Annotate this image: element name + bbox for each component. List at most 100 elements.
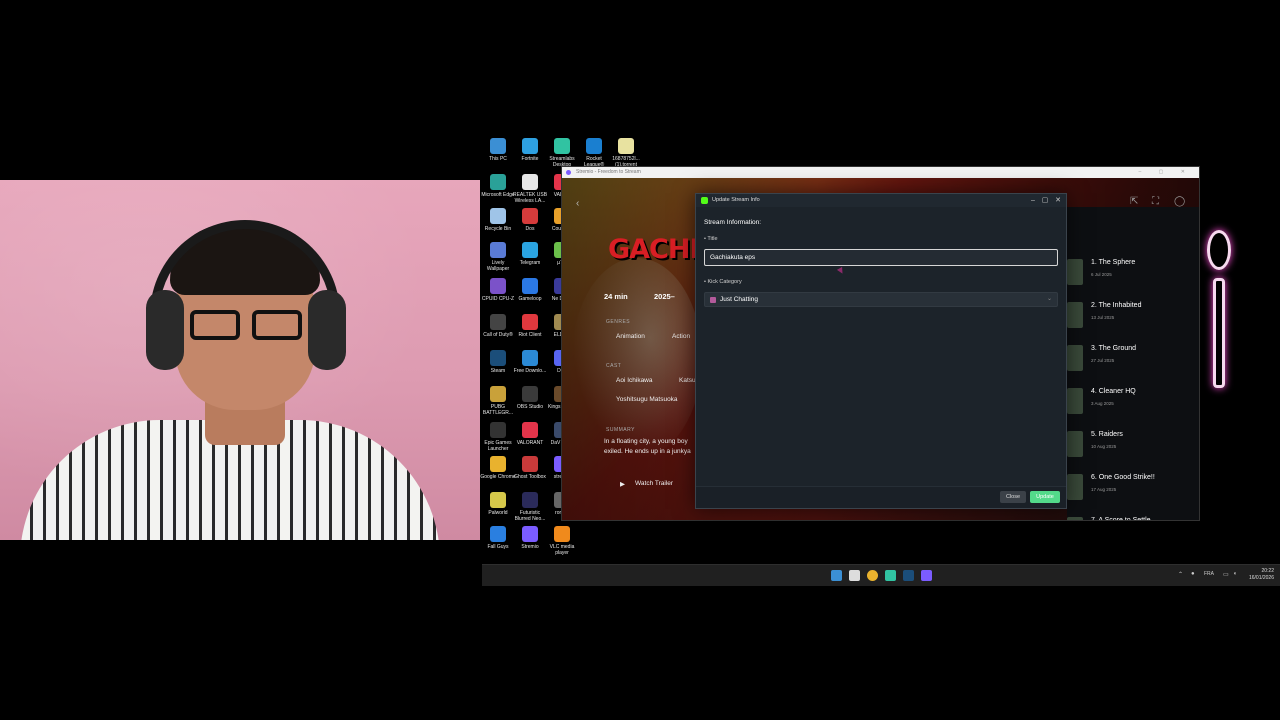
dialog-titlebar[interactable]: Update Stream Info – ▢ ✕	[696, 194, 1066, 207]
steam-taskbar-icon[interactable]	[903, 570, 914, 581]
desktop-icon[interactable]: Ghost Toolbox	[512, 456, 548, 480]
episode-item[interactable]: 3. The Ground 27 Jul 2025	[1067, 341, 1199, 381]
year: 2025–	[654, 292, 675, 301]
desktop-app-icon	[490, 492, 506, 508]
desktop-icon-label: Dos	[525, 226, 535, 232]
episode-thumbnail	[1067, 388, 1083, 414]
maximize-icon[interactable]: ▢	[1040, 194, 1050, 207]
desktop-icon[interactable]: Fortnite	[512, 138, 548, 162]
desktop-icon-label: Microsoft Edge	[481, 192, 515, 198]
desktop-icon[interactable]: 16878752l... (1).torrent	[608, 138, 644, 168]
episode-item[interactable]: 2. The Inhabited 13 Jul 2025	[1067, 298, 1199, 338]
watch-trailer-button[interactable]: Watch Trailer	[635, 480, 673, 487]
desktop-icon[interactable]: Telegram	[512, 242, 548, 266]
minimize-icon[interactable]: –	[1028, 194, 1038, 207]
episode-item[interactable]: 7. A Score to Settle	[1067, 513, 1199, 521]
episode-title: 3. The Ground	[1091, 345, 1137, 352]
episode-item[interactable]: 5. Raiders 10 Aug 2025	[1067, 427, 1199, 467]
desktop-icon[interactable]: Free Downlo...	[512, 350, 548, 374]
episode-item[interactable]: 6. One Good Strike!! 17 Aug 2025	[1067, 470, 1199, 510]
window-controls[interactable]: – ▢ ✕	[1139, 167, 1193, 178]
fullscreen-icon[interactable]: ⛶	[1152, 196, 1159, 207]
desktop-icon[interactable]: Epic Games Launcher	[480, 422, 516, 452]
desktop-app-icon	[586, 138, 602, 154]
episode-thumbnail	[1067, 431, 1083, 457]
desktop-app-icon	[490, 278, 506, 294]
glasses	[190, 310, 305, 340]
desktop-app-icon	[522, 278, 538, 294]
tray-chevron-up-icon[interactable]: ⌃	[1178, 571, 1183, 578]
summary-text: In a floating city, a young boy	[604, 438, 688, 445]
desktop-icon[interactable]: This PC	[480, 138, 516, 162]
episode-date: 6 Jul 2025	[1091, 272, 1112, 277]
stremio-titlebar[interactable]: Stremio - Freedom to Stream – ▢ ✕	[562, 167, 1199, 178]
desktop-icon[interactable]: VLC media player	[544, 526, 580, 556]
desktop-icon-label: Fortnite	[521, 156, 539, 162]
desktop-icon[interactable]: Palworld	[480, 492, 516, 516]
desktop-icon[interactable]: PUBG BATTLEGR...	[480, 386, 516, 416]
cast-member[interactable]: Aoi Ichikawa	[616, 377, 653, 384]
desktop-icon-label: Futuristic Blurred Neo...	[514, 510, 546, 522]
desktop-icon-label: CPUID CPU-Z	[481, 296, 515, 302]
chrome-taskbar-icon[interactable]	[867, 570, 878, 581]
desktop-icon-label: This PC	[489, 156, 507, 162]
desktop-icon[interactable]: OBS Studio	[512, 386, 548, 410]
stream-title-input[interactable]	[704, 249, 1058, 266]
desktop-icon[interactable]: Streamlabs Desktop	[544, 138, 580, 168]
microphone-icon[interactable]: ●	[1191, 571, 1195, 577]
desktop-app-icon	[522, 174, 538, 190]
cast-member[interactable]: Yoshitsugu Matsuoka	[616, 396, 678, 403]
episode-thumbnail	[1067, 302, 1083, 328]
episode-title: 7. A Score to Settle	[1091, 517, 1151, 521]
desktop-icon-label: Fall Guys	[487, 544, 509, 550]
desktop-icon[interactable]: CPUID CPU-Z	[480, 278, 516, 302]
back-arrow-icon[interactable]: ‹	[576, 198, 579, 209]
stremio-taskbar-icon[interactable]	[921, 570, 932, 581]
desktop-icon[interactable]: Google Chrome	[480, 456, 516, 480]
desktop-icon-label: OBS Studio	[516, 404, 544, 410]
genre-animation[interactable]: Animation	[616, 333, 645, 340]
episode-title: 1. The Sphere	[1091, 259, 1136, 266]
desktop-icon[interactable]: Futuristic Blurred Neo...	[512, 492, 548, 522]
desktop-icon[interactable]: Fall Guys	[480, 526, 516, 550]
volume-icon[interactable]: ◖	[1233, 571, 1237, 577]
close-button[interactable]: Close	[1000, 491, 1026, 503]
desktop-icon-label: Telegram	[519, 260, 541, 266]
cast-member[interactable]: Katsu	[679, 377, 696, 384]
genre-action[interactable]: Action	[672, 333, 690, 340]
close-window-icon[interactable]: ✕	[1053, 194, 1063, 207]
desktop-icon-label: PUBG BATTLEGR...	[482, 404, 514, 416]
desktop-icon[interactable]: Microsoft Edge	[480, 174, 516, 198]
desktop-icon-label: VALORANT	[516, 440, 544, 446]
kick-category-label: • Kick Category	[704, 279, 742, 285]
language-indicator[interactable]: FRA	[1204, 571, 1214, 577]
desktop-icon[interactable]: Steam	[480, 350, 516, 374]
desktop-icon[interactable]: Call of Duty®	[480, 314, 516, 338]
desktop-icon[interactable]: REALTEK USB Wireless LA...	[512, 174, 548, 204]
desktop-icon[interactable]: Recycle Bin	[480, 208, 516, 232]
kick-category-select[interactable]: Just Chatting ⌄	[704, 292, 1058, 307]
start-windows-icon[interactable]	[831, 570, 842, 581]
desktop-icon-label: Free Downlo...	[513, 368, 547, 374]
desktop-app-icon	[522, 314, 538, 330]
watch-trailer-icon: ▶	[620, 481, 625, 488]
clock[interactable]: 20:22 16/01/2026	[1249, 568, 1274, 582]
desktop-icon[interactable]: Riot Client	[512, 314, 548, 338]
desktop-icon[interactable]: VALORANT	[512, 422, 548, 446]
profile-icon[interactable]: ◯	[1174, 196, 1185, 207]
desktop-icon-label: REALTEK USB Wireless LA...	[512, 192, 548, 204]
desktop-icon[interactable]: Dos	[512, 208, 548, 232]
update-button[interactable]: Update	[1030, 491, 1060, 503]
desktop-icon[interactable]: Lively Wallpaper	[480, 242, 516, 272]
desktop-icon[interactable]: Rocket League®	[576, 138, 612, 168]
desktop-icon[interactable]: Gameloop	[512, 278, 548, 302]
episode-item[interactable]: 1. The Sphere 6 Jul 2025	[1067, 255, 1199, 295]
episodes-list: 1. The Sphere 6 Jul 2025 2. The Inhabited 1…	[1067, 207, 1199, 521]
streamlabs-taskbar-icon[interactable]	[885, 570, 896, 581]
episode-date: 10 Aug 2025	[1091, 444, 1117, 449]
share-icon[interactable]: ⇱	[1130, 196, 1138, 207]
desktop-icon[interactable]: Stremio	[512, 526, 548, 550]
network-icon[interactable]: ▭	[1223, 571, 1229, 578]
episode-item[interactable]: 4. Cleaner HQ 3 Aug 2025	[1067, 384, 1199, 424]
task-view-icon[interactable]	[849, 570, 860, 581]
